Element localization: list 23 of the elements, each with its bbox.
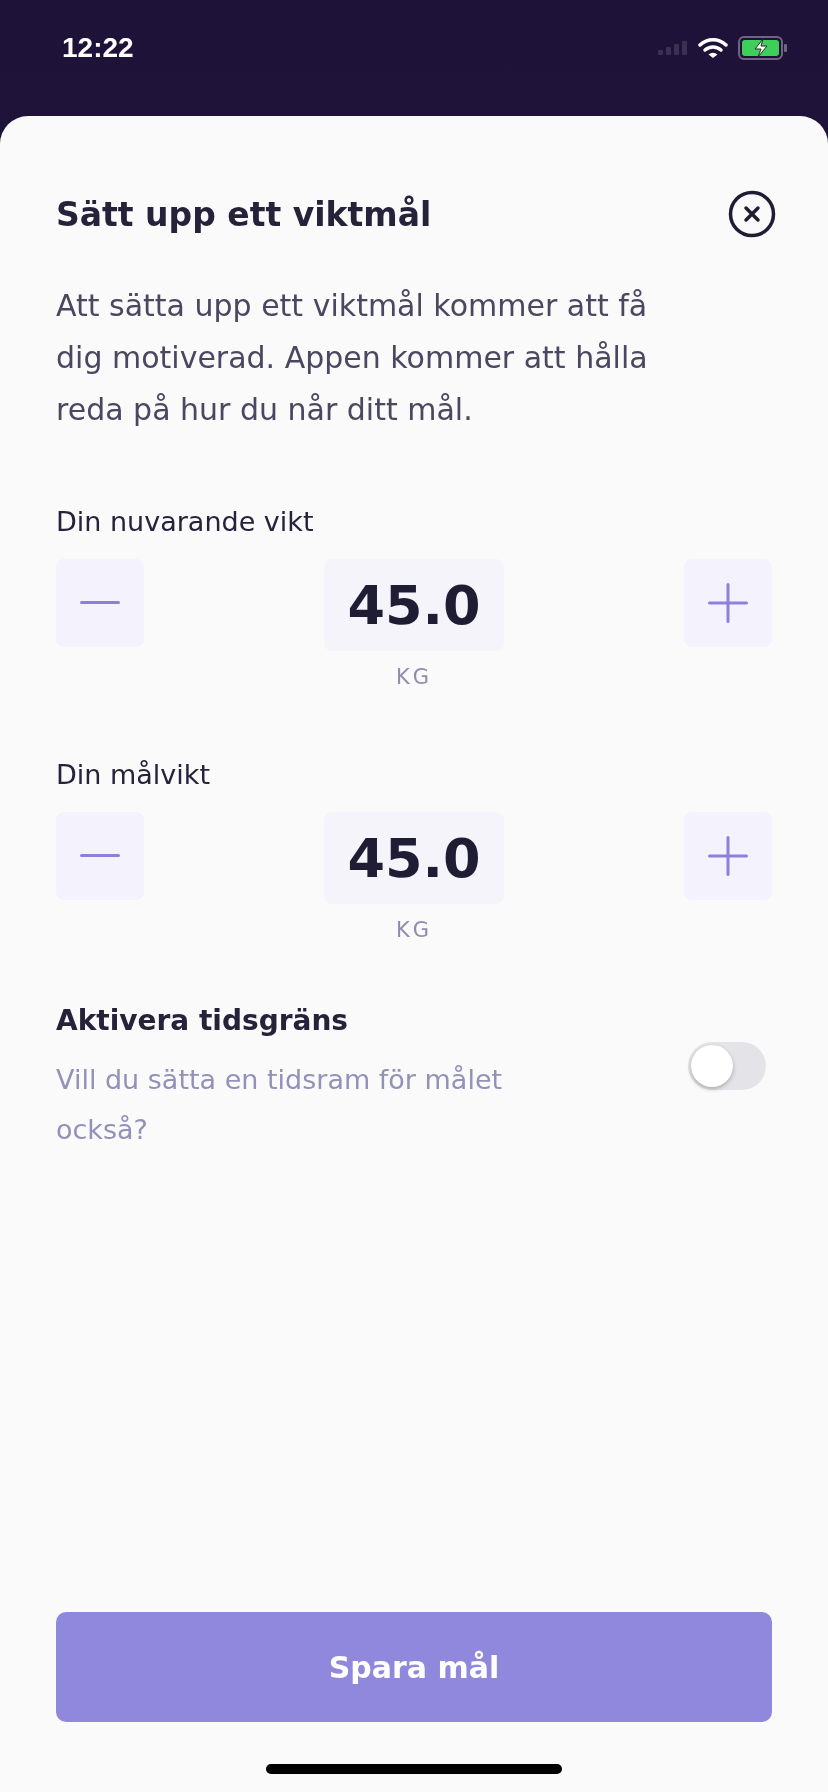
- status-time: 12:22: [62, 32, 134, 64]
- signal-icon: [658, 41, 688, 55]
- description-text: Att sätta upp ett viktmål kommer att få dig motiverad. Appen kommer att hålla reda på hur du når ditt mål.: [56, 287, 649, 429]
- time-limit-toggle[interactable]: [688, 1042, 766, 1090]
- plus-icon: [708, 836, 748, 876]
- wifi-icon: [698, 37, 728, 59]
- sheet-title: Sätt upp ett viktmål: [56, 194, 432, 234]
- field-label: Din målvikt: [56, 759, 212, 790]
- unit-label: KG: [395, 918, 432, 942]
- weight-value[interactable]: 45.0: [324, 812, 504, 904]
- weight-value[interactable]: 45.0: [324, 559, 504, 651]
- close-button[interactable]: [728, 190, 776, 238]
- close-icon: [728, 190, 776, 238]
- time-limit-subtitle: Vill du sätta en tidsram för målet också?: [56, 1063, 504, 1147]
- increase-button[interactable]: [684, 812, 772, 900]
- increase-button[interactable]: [684, 559, 772, 647]
- time-limit-title: Aktivera tidsgräns: [56, 1004, 349, 1037]
- minus-icon: [80, 601, 120, 605]
- unit-label: KG: [395, 665, 432, 689]
- plus-icon: [708, 583, 748, 623]
- battery-charging-icon: [738, 36, 788, 60]
- field-label: Din nuvarande vikt: [56, 506, 315, 537]
- minus-icon: [80, 854, 120, 858]
